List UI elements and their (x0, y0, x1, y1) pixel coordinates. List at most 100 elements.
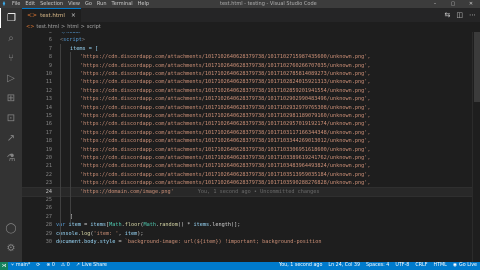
code-text: 'https://cdn.discordapp.com/attachments/… (80, 154, 370, 162)
menu-bar: File Edit Selection View Go Run Terminal… (12, 0, 149, 8)
code-line[interactable]: 20 'https://cdn.discordapp.com/attachment… (22, 154, 472, 162)
code-token: Math (143, 222, 157, 229)
menu-file[interactable]: File (12, 0, 20, 8)
search-icon[interactable]: ⌕ (0, 28, 22, 48)
encoding[interactable]: UTF-8 (392, 262, 412, 270)
code-text: <script> (60, 36, 85, 44)
errors-count[interactable]: ⊗ 0 (43, 262, 58, 270)
broadcast-icon: ◉ (452, 263, 458, 268)
line-ending[interactable]: CRLF (412, 262, 430, 270)
code-line[interactable]: 8 'https://cdn.discordapp.com/attachments… (22, 53, 472, 61)
menu-view[interactable]: View (68, 0, 80, 8)
breadcrumb-separator: > (60, 24, 66, 30)
remote-indicator-icon[interactable]: ⋊ (0, 262, 8, 270)
code-line[interactable]: 24 'https://domain.com/image.png' You, 1 s… (22, 186, 472, 198)
accounts-icon[interactable]: ◯ (0, 218, 22, 238)
code-line[interactable]: 17 'https://cdn.discordapp.com/attachment… (22, 129, 472, 137)
breadcrumb-script[interactable]: script (87, 22, 101, 32)
source-control-icon[interactable]: ⑂ (0, 48, 22, 68)
more-actions-icon[interactable]: ⋯ (469, 11, 476, 19)
url-string: 'https://cdn.discordapp.com/attachments/… (80, 54, 371, 61)
code-text: 'https://cdn.discordapp.com/attachments/… (80, 70, 370, 78)
code-line[interactable]: 26 (22, 204, 472, 212)
code-line[interactable]: 23 'https://cdn.discordapp.com/attachment… (22, 179, 472, 187)
warnings-count[interactable]: ⚠ 0 (58, 262, 73, 270)
code-line[interactable]: 27] (22, 213, 472, 221)
line-number: 14 (45, 104, 52, 111)
run-debug-icon[interactable]: ▷ (0, 68, 22, 88)
html-tag: script (63, 37, 82, 44)
remote-explorer-icon[interactable]: ⊡ (0, 108, 22, 128)
code-line[interactable]: 7 items = [ (22, 45, 472, 53)
breadcrumb-file[interactable]: test.html (36, 22, 59, 32)
code-line[interactable]: 13 'https://cdn.discordapp.com/attachment… (22, 95, 472, 103)
html-file-icon: <> (26, 24, 35, 30)
line-number: 28 (45, 222, 52, 229)
menu-edit[interactable]: Edit (25, 0, 35, 8)
code-line[interactable]: 6 <script> (22, 36, 472, 44)
line-number: 21 (45, 163, 52, 170)
code-line[interactable]: 16 'https://cdn.discordapp.com/attachment… (22, 120, 472, 128)
breadcrumb: <> test.html > html > script (22, 22, 480, 32)
menu-run[interactable]: Run (97, 0, 107, 8)
code-line[interactable]: 9 'https://cdn.discordapp.com/attachments… (22, 62, 472, 70)
language-mode[interactable]: HTML (430, 262, 449, 270)
line-number: 25 (45, 197, 52, 203)
line-number: 29 (45, 230, 52, 237)
code-text: 'https://cdn.discordapp.com/attachments/… (80, 53, 370, 61)
menu-help[interactable]: Help (138, 0, 149, 8)
url-string: 'https://domain.com/image.png' (80, 188, 174, 195)
split-editor-icon[interactable]: ◫ (456, 11, 463, 19)
code-token: style (99, 239, 116, 245)
code-line[interactable]: 10 'https://cdn.discordapp.com/attachment… (22, 70, 472, 78)
menu-terminal[interactable]: Terminal (112, 0, 133, 8)
code-line[interactable]: 11 'https://cdn.discordapp.com/attachment… (22, 78, 472, 86)
close-window-button[interactable]: ✕ (462, 0, 480, 8)
code-line[interactable]: 25 (22, 196, 472, 204)
code-text: console.log('item: ', item); (56, 230, 144, 238)
branch-indicator[interactable]: ⑂ main* (8, 262, 33, 270)
go-live-button[interactable]: ◉ Go Live (450, 262, 480, 270)
breadcrumb-html[interactable]: html (67, 22, 78, 32)
maximize-button[interactable]: ▢ (444, 0, 462, 8)
sync-icon[interactable]: ⟳ (33, 262, 43, 270)
code-text: 'https://cdn.discordapp.com/attachments/… (80, 137, 370, 145)
line-number: 12 (45, 87, 52, 94)
testing-icon[interactable]: ⚗ (0, 148, 22, 168)
live-share-button[interactable]: ↗ Live Share (73, 262, 110, 270)
editor-scrollbar[interactable] (472, 32, 480, 262)
live-share-icon[interactable]: ↗ (0, 128, 22, 148)
code-token: item (124, 230, 138, 237)
code-line[interactable]: 12 'https://cdn.discordapp.com/attachment… (22, 87, 472, 95)
tab-label: test.html (40, 12, 65, 19)
git-blame-status[interactable]: You, 1 second ago (276, 262, 325, 270)
close-tab-icon[interactable]: × (71, 12, 76, 19)
code-line[interactable]: 19 'https://cdn.discordapp.com/attachment… (22, 146, 472, 154)
code-line[interactable]: 29 console.log('item: ', item); (22, 230, 472, 238)
line-number: 17 (45, 129, 52, 136)
live-share-icon: ↗ (75, 263, 80, 268)
scrollbar-thumb[interactable] (474, 32, 480, 102)
open-changes-icon[interactable]: ⇆ (445, 11, 451, 19)
minimize-button[interactable]: – (426, 0, 444, 8)
explorer-icon[interactable]: ❐ (0, 8, 22, 28)
code-token: items (193, 222, 210, 229)
extensions-icon[interactable]: ⊞ (0, 88, 22, 108)
url-string: 'https://cdn.discordapp.com/attachments/… (80, 171, 371, 178)
indentation[interactable]: Spaces: 4 (363, 262, 392, 270)
code-line[interactable]: 18 'https://cdn.discordapp.com/attachment… (22, 137, 472, 145)
code-editor[interactable]: 5 </head> 6 <script> 7 items = [8'https://cdn… (22, 32, 472, 262)
menu-selection[interactable]: Selection (40, 0, 63, 8)
code-line[interactable]: 30 document.body.style = `background-imag… (22, 238, 472, 246)
code-line[interactable]: 14 'https://cdn.discordapp.com/attachment… (22, 104, 472, 112)
menu-go[interactable]: Go (85, 0, 92, 8)
code-line[interactable]: 21 'https://cdn.discordapp.com/attachment… (22, 162, 472, 170)
cursor-position[interactable]: Ln 24, Col 39 (325, 262, 363, 270)
window-controls: – ▢ ✕ (426, 0, 480, 8)
settings-gear-icon[interactable]: ⚙ (0, 238, 22, 258)
code-line[interactable]: 28 var item = items[Math.floor(Math.rando… (22, 221, 472, 229)
code-line[interactable]: 22 'https://cdn.discordapp.com/attachment… (22, 171, 472, 179)
tab-test-html[interactable]: <> test.html × (22, 8, 81, 22)
code-line[interactable]: 15 'https://cdn.discordapp.com/attachment… (22, 112, 472, 120)
code-token: `background-image: url(${item}) !importa… (124, 239, 322, 245)
